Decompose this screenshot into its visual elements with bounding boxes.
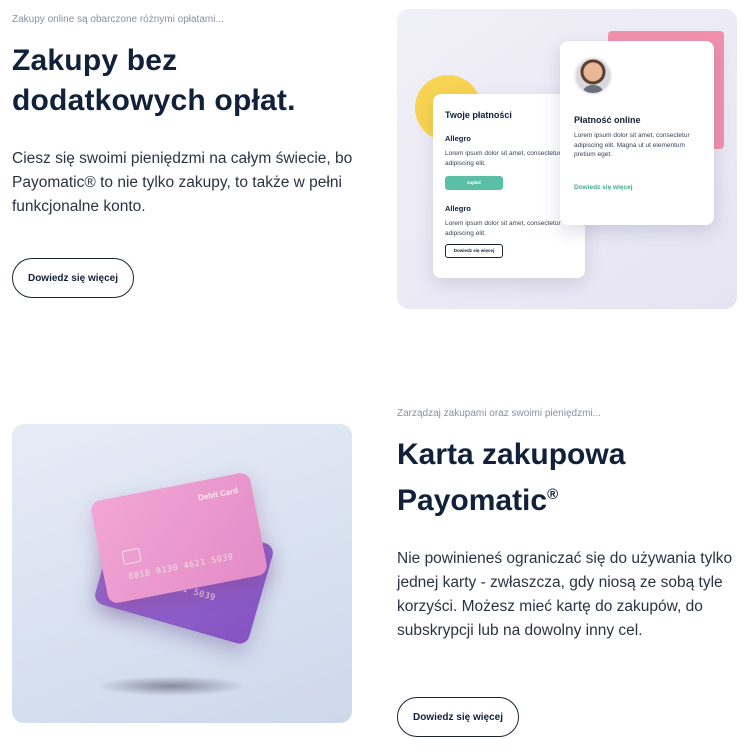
section-1-title: Zakupy bez dodatkowych opłat. — [12, 41, 372, 121]
payments-illustration: Twoje płatności Allegro Lorem ipsum dolo… — [397, 9, 737, 309]
section-2-text: Zarządzaj zakupami oraz swoimi pieniędzm… — [397, 408, 742, 643]
section-2-description: Nie powinieneś ograniczać się do używani… — [397, 550, 733, 639]
avatar — [574, 57, 612, 95]
payment-item-name: Allegro — [445, 134, 471, 143]
section-2-eyebrow: Zarządzaj zakupami oraz swoimi pieniędzm… — [397, 408, 601, 419]
online-payment-title: Płatność online — [574, 115, 641, 125]
learn-more-button-2[interactable]: Dowiedz się więcej — [397, 697, 519, 737]
registered-mark: ® — [547, 486, 559, 503]
payment-learn-more-button[interactable]: Dowiedz się więcej — [445, 244, 503, 258]
debit-card-number: 8018 0130 4621 5039 — [127, 552, 235, 583]
section-1-text: Zakupy online są obarczone różnymi opłat… — [12, 14, 372, 219]
pay-button[interactable]: Zapłać — [445, 176, 503, 190]
section-2-title: Karta zakupowa Payomatic® — [397, 435, 742, 521]
section-2-title-line-1: Karta zakupowa — [397, 438, 626, 471]
section-1-description: Ciesz się swoimi pieniędzmi na całym świ… — [12, 150, 353, 215]
cards-illustration: Credit Card 8018 0130 4621 5039 Debit Ca… — [12, 424, 352, 723]
payment-item-text: Lorem ipsum dolor sit amet, consectetur … — [445, 220, 561, 237]
online-payment-text: Lorem ipsum dolor sit amet, consectetur … — [574, 132, 690, 158]
learn-more-button-1[interactable]: Dowiedz się więcej — [12, 258, 134, 298]
section-1-eyebrow: Zakupy online są obarczone różnymi opłat… — [12, 14, 224, 25]
payments-card-title: Twoje płatności — [445, 110, 512, 120]
section-1-title-line-1: Zakupy bez — [12, 44, 178, 77]
debit-card-type: Debit Card — [197, 485, 239, 503]
online-payment-link[interactable]: Dowiedz się więcej — [574, 184, 700, 191]
section-1-title-line-2: dodatkowych opłat. — [12, 84, 296, 117]
card-shadow — [96, 676, 246, 696]
card-chip-icon — [121, 547, 142, 565]
payment-item-name: Allegro — [445, 204, 471, 213]
payment-item-text: Lorem ipsum dolor sit amet, consectetur … — [445, 150, 561, 167]
section-2-title-line-2: Payomatic — [397, 484, 548, 517]
online-payment-card: Płatność online Lorem ipsum dolor sit am… — [560, 41, 714, 225]
